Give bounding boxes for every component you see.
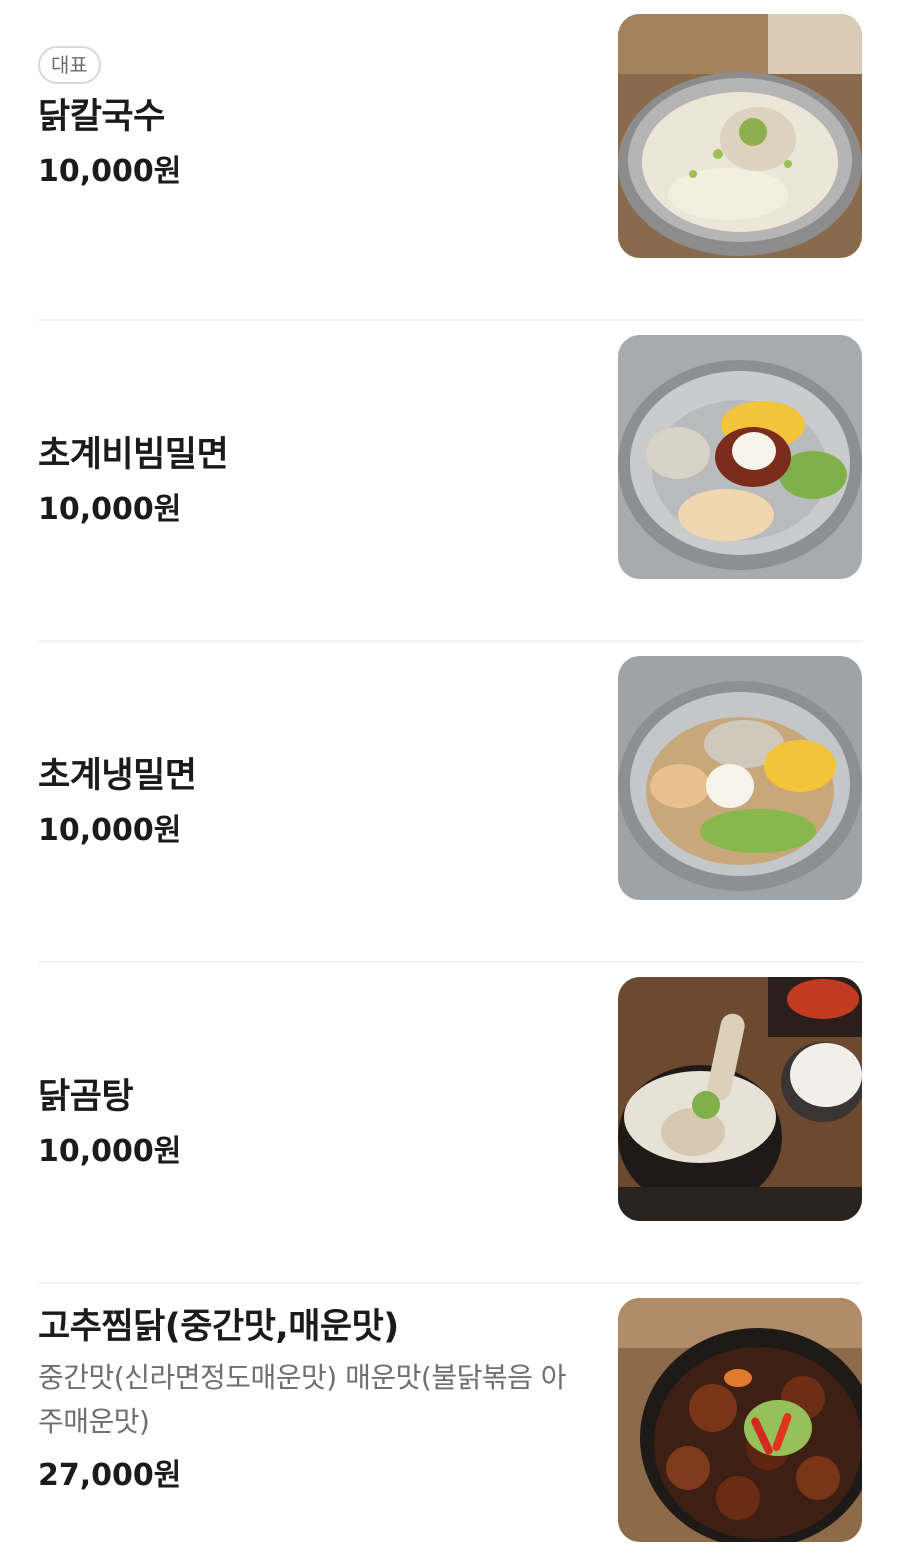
signature-badge: 대표: [38, 46, 101, 84]
menu-item-name: 닭칼국수: [38, 97, 165, 137]
menu-item-name: 초계냉밀면: [38, 755, 197, 796]
menu-item-photo[interactable]: [618, 977, 862, 1221]
menu-item-gochu-jjimdak[interactable]: 고추찜닭(중간맛,매운맛) 중간맛(신라면정도매운맛) 매운맛(불닭볶음 아주매…: [38, 1284, 862, 1560]
menu-item-photo[interactable]: [618, 656, 862, 900]
menu-item-info: 초계비빔밀면 10,000원: [38, 321, 582, 640]
menu-item-photo[interactable]: [618, 335, 862, 579]
menu-list: 대표 닭칼국수 10,000원 초계비빔밀면 10,000원 초계냉밀면 10,…: [0, 0, 900, 1560]
menu-item-name: 초계비빔밀면: [38, 434, 229, 475]
menu-item-photo[interactable]: [618, 14, 862, 258]
menu-item-chogye-naeng-milmyeon[interactable]: 초계냉밀면 10,000원: [38, 642, 862, 963]
menu-item-price: 10,000원: [38, 154, 182, 189]
menu-item-photo[interactable]: [618, 1298, 862, 1542]
menu-item-price: 10,000원: [38, 1133, 182, 1169]
menu-item-info: 대표 닭칼국수 10,000원: [38, 0, 582, 319]
menu-item-description: 중간맛(신라면정도매운맛) 매운맛(불닭볶음 아주매운맛): [38, 1361, 567, 1438]
menu-item-price: 27,000원: [38, 1458, 182, 1493]
menu-item-chicken-kalguksu[interactable]: 대표 닭칼국수 10,000원: [38, 0, 862, 321]
menu-item-name: 닭곰탕: [38, 1076, 134, 1117]
menu-item-dak-gomtang[interactable]: 닭곰탕 10,000원: [38, 963, 862, 1284]
menu-item-price: 10,000원: [38, 812, 182, 848]
menu-item-info: 고추찜닭(중간맛,매운맛) 중간맛(신라면정도매운맛) 매운맛(불닭볶음 아주매…: [38, 1284, 582, 1560]
menu-item-name: 고추찜닭(중간맛,매운맛): [38, 1307, 399, 1347]
menu-item-info: 초계냉밀면 10,000원: [38, 642, 582, 961]
menu-item-price: 10,000원: [38, 491, 182, 527]
menu-item-chogye-bibim-milmyeon[interactable]: 초계비빔밀면 10,000원: [38, 321, 862, 642]
menu-item-info: 닭곰탕 10,000원: [38, 963, 582, 1282]
